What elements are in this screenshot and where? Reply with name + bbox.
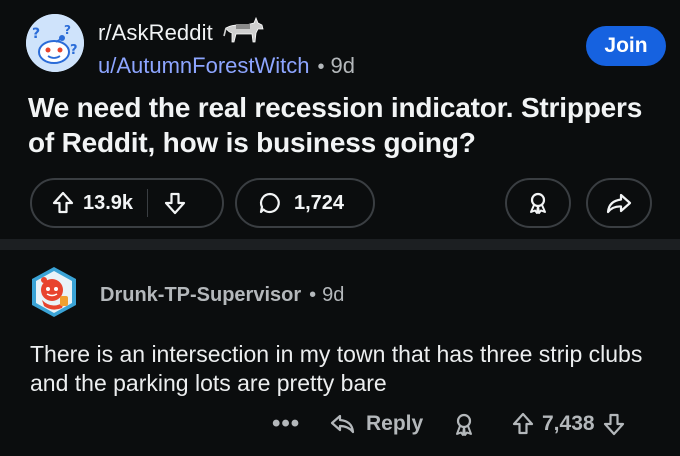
comment-author[interactable]: Drunk-TP-Supervisor bbox=[100, 284, 301, 306]
reply-button[interactable]: Reply bbox=[330, 412, 423, 436]
comments-button[interactable]: 1,724 bbox=[235, 178, 375, 228]
more-options-button[interactable]: ••• bbox=[272, 410, 300, 438]
post-age: 9d bbox=[330, 53, 356, 78]
reply-label: Reply bbox=[366, 412, 424, 435]
subreddit-name[interactable]: r/AskReddit bbox=[98, 20, 213, 46]
meta-separator: • bbox=[309, 284, 317, 306]
speech-bubble-icon bbox=[258, 191, 282, 215]
donkey-icon bbox=[222, 16, 266, 46]
vote-divider bbox=[147, 189, 149, 217]
comment-vote-bar: 7,438 bbox=[512, 412, 625, 436]
comment-body: There is an intersection in my town that… bbox=[30, 341, 643, 396]
share-arrow-icon bbox=[606, 192, 632, 214]
comment-score: 7,438 bbox=[542, 412, 595, 435]
arrow-down-icon[interactable] bbox=[164, 191, 186, 215]
award-ribbon-icon bbox=[452, 412, 476, 438]
arrow-up-icon[interactable] bbox=[52, 191, 74, 215]
vote-bar: 13.9k bbox=[30, 178, 224, 228]
post-card: ? ? ? r/AskReddit u/AutumnForestWitch • 9d… bbox=[0, 0, 680, 240]
svg-text:?: ? bbox=[32, 26, 40, 42]
meta-separator: • bbox=[317, 56, 325, 78]
comment-meta: Drunk-TP-Supervisor • 9d bbox=[100, 284, 344, 307]
comment-age: 9d bbox=[322, 284, 345, 306]
comment-award-button[interactable] bbox=[452, 412, 476, 438]
snoo-avatar-icon[interactable] bbox=[28, 266, 80, 318]
share-button[interactable] bbox=[586, 178, 652, 228]
svg-text:?: ? bbox=[70, 43, 78, 58]
award-ribbon-icon bbox=[526, 191, 550, 215]
svg-text:?: ? bbox=[64, 23, 71, 37]
post-meta: u/AutumnForestWitch • 9d bbox=[98, 53, 355, 79]
section-divider bbox=[0, 239, 680, 250]
post-title: We need the real recession indicator. St… bbox=[28, 92, 643, 158]
author-link[interactable]: u/AutumnForestWitch bbox=[98, 53, 310, 78]
askreddit-snoo-icon[interactable]: ? ? ? bbox=[26, 14, 84, 72]
award-button[interactable] bbox=[505, 178, 571, 228]
arrow-up-icon[interactable] bbox=[512, 412, 534, 436]
comment-count: 1,724 bbox=[294, 191, 345, 214]
join-button[interactable]: Join bbox=[586, 26, 666, 66]
comment-actions: ••• Reply 7,438 bbox=[0, 408, 680, 448]
comment-card: Drunk-TP-Supervisor • 9d There is an inter… bbox=[0, 250, 680, 456]
arrow-down-icon[interactable] bbox=[603, 412, 625, 436]
upvote-count: 13.9k bbox=[83, 191, 134, 214]
reply-arrow-icon bbox=[330, 413, 356, 435]
